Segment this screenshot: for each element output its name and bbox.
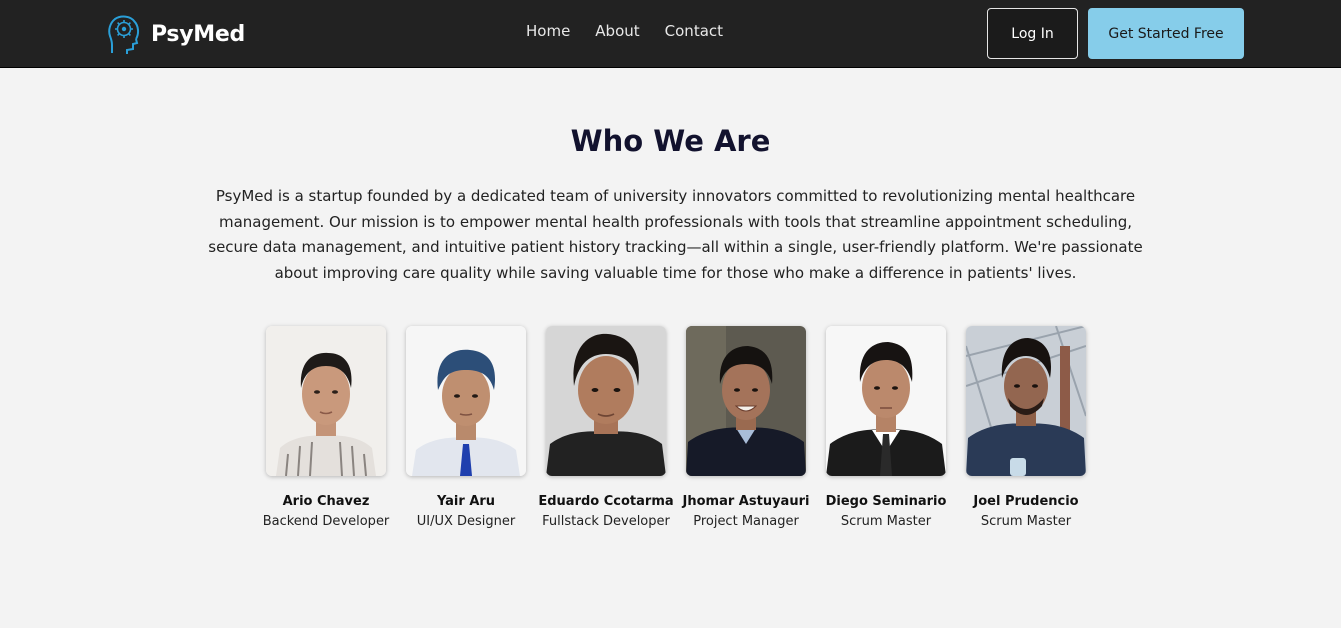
team-member-card: Joel Prudencio Scrum Master xyxy=(956,326,1096,532)
section-title: Who We Are xyxy=(570,124,771,158)
team-member-card: Eduardo Ccotarma Fullstack Developer xyxy=(536,326,676,532)
member-name: Eduardo Ccotarma xyxy=(538,494,674,509)
get-started-button[interactable]: Get Started Free xyxy=(1088,8,1244,59)
member-role: Scrum Master xyxy=(980,514,1072,529)
member-name: Ario Chavez xyxy=(282,494,370,509)
team-member-card: Ario Chavez Backend Developer xyxy=(256,326,396,532)
top-navbar: PsyMed Home About Contact Log In Get Sta… xyxy=(0,0,1341,68)
member-role: Backend Developer xyxy=(262,514,390,529)
member-name: Jhomar Astuyauri xyxy=(682,494,810,509)
team-member-card: Jhomar Astuyauri Project Manager xyxy=(676,326,816,532)
member-role: Fullstack Developer xyxy=(542,514,670,529)
member-name: Yair Aru xyxy=(436,494,496,509)
member-name: Diego Seminario xyxy=(825,494,947,509)
member-photo xyxy=(966,326,1086,476)
member-photo xyxy=(406,326,526,476)
main-nav: Home About Contact xyxy=(526,22,723,40)
login-button[interactable]: Log In xyxy=(987,8,1078,59)
nav-link-contact[interactable]: Contact xyxy=(665,22,723,40)
member-photo xyxy=(266,326,386,476)
member-photo xyxy=(546,326,666,476)
nav-link-about[interactable]: About xyxy=(595,22,639,40)
team-member-card: Yair Aru UI/UX Designer xyxy=(396,326,536,532)
member-role: UI/UX Designer xyxy=(416,514,516,529)
team-member-card: Diego Seminario Scrum Master xyxy=(816,326,956,532)
member-photo xyxy=(686,326,806,476)
about-description: PsyMed is a startup founded by a dedicat… xyxy=(208,187,1143,282)
brand-name: PsyMed xyxy=(151,21,245,47)
member-photo xyxy=(826,326,946,476)
member-role: Scrum Master xyxy=(840,514,932,529)
member-role: Project Manager xyxy=(693,514,799,529)
brand-logo-link[interactable]: PsyMed xyxy=(106,12,245,56)
brain-head-icon xyxy=(106,13,142,55)
member-name: Joel Prudencio xyxy=(973,494,1079,509)
nav-link-home[interactable]: Home xyxy=(526,22,570,40)
